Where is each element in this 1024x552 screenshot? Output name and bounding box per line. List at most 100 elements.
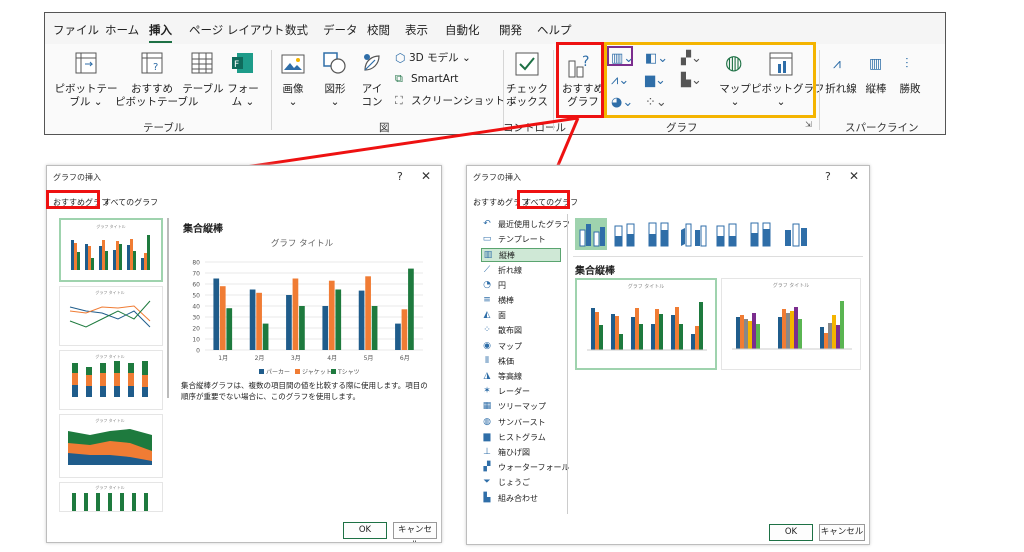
clustered-column-icon xyxy=(579,224,605,247)
chart-type-item[interactable]: ◔ 円 xyxy=(481,279,561,293)
chart-type-icon: ▞ xyxy=(483,462,491,473)
bar xyxy=(299,306,305,350)
clustered-column-thumb-icon: グラフ タイトル xyxy=(71,223,150,270)
recommended-thumb-clustered-column[interactable]: グラフ タイトル xyxy=(59,218,163,282)
chart-type-icon: ⏷ xyxy=(483,477,491,488)
chart-type-item[interactable]: ✶ レーダー xyxy=(481,385,561,399)
chart-type-item[interactable]: ▥ 縦棒 xyxy=(481,248,561,263)
chart-type-item[interactable]: ▙ 組み合わせ xyxy=(481,492,561,506)
bar xyxy=(262,323,269,350)
svg-text:グラフ タイトル: グラフ タイトル xyxy=(95,417,124,423)
legend-swatch xyxy=(331,369,336,374)
cancel-button[interactable]: キャンセル xyxy=(819,524,865,541)
chart-type-label: レーダー xyxy=(498,387,530,397)
chart-type-icon: ◉ xyxy=(483,340,491,351)
chart-type-label: マップ xyxy=(498,341,522,351)
svg-text:グラフ タイトル: グラフ タイトル xyxy=(95,484,124,490)
chart-type-item[interactable]: ▭ テンプレート xyxy=(481,233,561,247)
subtype-3d-column[interactable] xyxy=(779,218,811,250)
bar xyxy=(408,268,414,350)
chart-type-label: 等高線 xyxy=(498,372,522,381)
stacked-column-thumb-icon: グラフ タイトル xyxy=(72,353,148,397)
stacked-area-thumb-icon: グラフ タイトル xyxy=(68,417,152,465)
close-button[interactable]: ✕ xyxy=(849,169,859,183)
close-button[interactable]: ✕ xyxy=(421,169,431,183)
cancel-button[interactable]: キャンセル xyxy=(393,522,437,542)
x-tick-label: 5月 xyxy=(364,355,374,362)
chart-type-label: ウォーターフォール xyxy=(498,463,570,473)
chart-type-item[interactable]: ⁘ 散布図 xyxy=(481,324,561,338)
chart-type-item[interactable]: ⟋ 折れ線 xyxy=(481,264,561,278)
thumb-scrollbar[interactable] xyxy=(167,218,169,398)
subtype-3d-100-stacked-column[interactable] xyxy=(745,218,777,250)
x-tick-label: 6月 xyxy=(400,355,410,362)
insert-chart-dialog-recommended: グラフの挿入 ? ✕ おすすめグラフ すべてのグラフ グラフ タイトル グラフ … xyxy=(46,165,442,543)
recommended-thumb-stacked-100[interactable]: グラフ タイトル xyxy=(59,482,163,512)
chart-type-icon: ✶ xyxy=(483,386,491,397)
chart-type-item[interactable]: ◉ マップ xyxy=(481,340,561,354)
subtype-stacked-column[interactable] xyxy=(609,218,641,250)
bar xyxy=(219,286,226,350)
preview-series-by-row[interactable]: グラフ タイトル xyxy=(575,278,717,370)
chart-type-item[interactable]: ↶ 最近使用したグラフ xyxy=(481,218,570,232)
chart-type-icon: ▭ xyxy=(482,234,492,245)
chart-type-item[interactable]: ⊥ 箱ひげ図 xyxy=(481,446,561,460)
chart-type-label: じょうご xyxy=(498,478,530,488)
chart-type-label: ヒストグラム xyxy=(498,432,546,442)
svg-text:グラフ タイトル: グラフ タイトル xyxy=(95,353,124,359)
legend-label: パーカー xyxy=(266,369,290,376)
chart-title: グラフ タイトル xyxy=(271,238,334,249)
recommended-thumb-stacked-area[interactable]: グラフ タイトル xyxy=(59,414,163,478)
chart-type-label: 箱ひげ図 xyxy=(498,448,530,457)
chart-type-icon: ⊥ xyxy=(483,447,491,457)
chart-type-item[interactable]: ◭ 面 xyxy=(481,309,561,323)
ok-button[interactable]: OK xyxy=(769,524,813,541)
chart-type-label: 組み合わせ xyxy=(498,493,538,503)
recommended-tab-highlight xyxy=(46,190,100,209)
3d-stacked-100-column-icon xyxy=(750,222,771,247)
chart-type-icon: ↶ xyxy=(483,219,491,229)
y-tick-label: 10 xyxy=(192,337,200,344)
chart-type-item[interactable]: ◍ サンバースト xyxy=(481,416,561,430)
preview-series-by-column[interactable]: グラフ タイトル xyxy=(721,278,861,370)
chart-type-icon: ▦ xyxy=(482,401,492,412)
chart-type-item[interactable]: ▞ ウォーターフォール xyxy=(481,461,570,475)
chart-type-item[interactable]: ▆ ヒストグラム xyxy=(481,431,561,445)
stacked-column-icon xyxy=(614,223,635,247)
tab-all-charts[interactable]: すべてのグラフ xyxy=(103,197,158,208)
dialog-title: グラフの挿入 xyxy=(473,173,521,182)
recommended-thumb-stacked-column[interactable]: グラフ タイトル xyxy=(59,350,163,410)
chart-type-icon: ⟋ xyxy=(483,264,491,275)
chart-type-label: 横棒 xyxy=(498,296,514,305)
chart-type-icon: ▆ xyxy=(483,431,491,442)
subtype-clustered-column[interactable] xyxy=(575,218,607,250)
chart-type-icon: ≡ xyxy=(483,295,491,305)
svg-text:グラフ タイトル: グラフ タイトル xyxy=(95,289,124,295)
bar xyxy=(395,323,401,350)
chart-type-icon: ⫴ xyxy=(485,355,489,366)
y-tick-label: 60 xyxy=(192,282,200,289)
subtype-100-stacked-column[interactable] xyxy=(643,218,675,250)
chart-type-label: ツリーマップ xyxy=(498,402,546,412)
help-button[interactable]: ? xyxy=(825,170,831,183)
y-tick-label: 0 xyxy=(196,348,200,355)
ok-button[interactable]: OK xyxy=(343,522,387,539)
subtype-3d-clustered-column[interactable] xyxy=(677,218,709,250)
y-tick-label: 40 xyxy=(192,304,200,311)
legend-swatch xyxy=(259,369,264,374)
recommended-thumb-line[interactable]: グラフ タイトル xyxy=(59,286,163,346)
chart-type-item[interactable]: ⏷ じょうご xyxy=(481,476,561,490)
bar xyxy=(249,289,256,350)
chart-type-item[interactable]: ≡ 横棒 xyxy=(481,294,561,308)
chart-type-item[interactable]: ▦ ツリーマップ xyxy=(481,400,561,414)
bar xyxy=(226,308,233,350)
chart-type-item[interactable]: ⫴ 株価 xyxy=(481,355,561,369)
bar xyxy=(256,292,262,350)
thumb-title-2: グラフ タイトル xyxy=(772,283,810,289)
subtype-3d-stacked-column[interactable] xyxy=(711,218,743,250)
help-button[interactable]: ? xyxy=(397,170,403,183)
preview-chart-a xyxy=(587,302,707,351)
chart-type-label: サンバースト xyxy=(498,417,546,427)
chart-type-item[interactable]: ◮ 等高線 xyxy=(481,370,561,384)
bar xyxy=(292,278,299,350)
